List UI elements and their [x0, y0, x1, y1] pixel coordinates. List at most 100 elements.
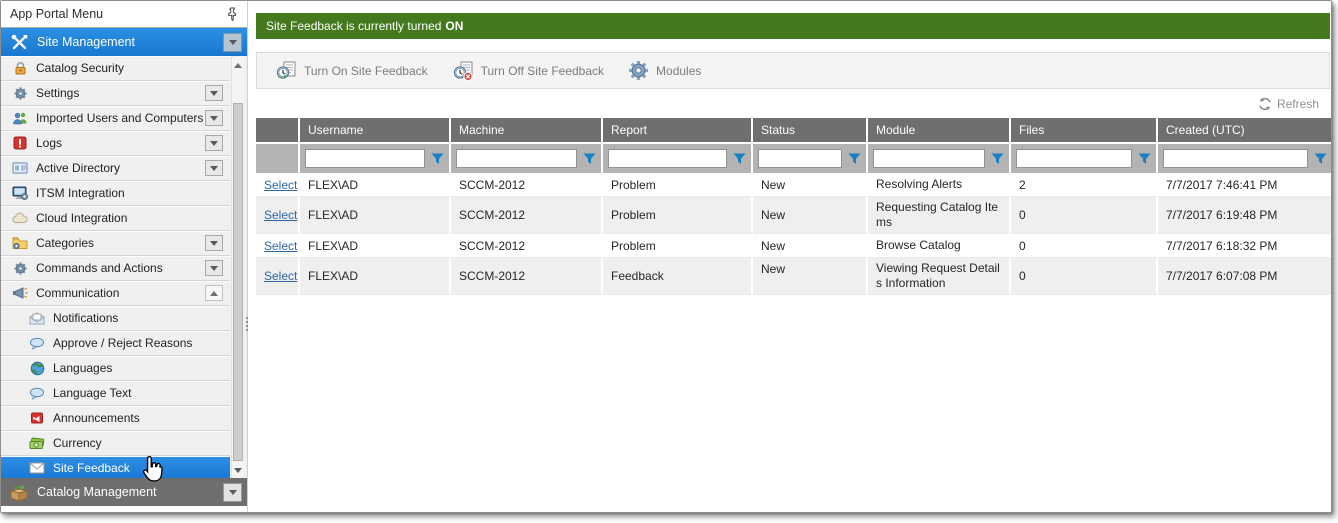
column-header-created[interactable]: Created (UTC)	[1158, 118, 1332, 142]
toolbar-button-modules[interactable]: Modules	[616, 53, 713, 88]
scroll-up-icon[interactable]	[232, 59, 244, 71]
collapse-button[interactable]	[205, 285, 223, 301]
funnel-icon[interactable]	[582, 153, 596, 165]
sidebar-item-label: Communication	[36, 286, 119, 300]
sidebar-item-site-feedback[interactable]: Site Feedback	[1, 456, 230, 479]
refresh-icon	[1258, 97, 1272, 111]
sidebar-item-approve-reject-reasons[interactable]: Approve / Reject Reasons	[1, 331, 230, 356]
select-link[interactable]: Select	[264, 269, 297, 283]
sidebar-item-label: Catalog Security	[36, 61, 124, 75]
column-header-select	[256, 118, 300, 142]
funnel-icon[interactable]	[990, 153, 1004, 165]
column-header-report[interactable]: Report	[603, 118, 753, 142]
funnel-icon[interactable]	[847, 153, 861, 165]
filter-input-status[interactable]	[758, 149, 842, 168]
filter-input-created[interactable]	[1163, 149, 1308, 168]
sidebar-item-cloud-integration[interactable]: Cloud Integration	[1, 206, 230, 231]
cell-status: New	[753, 173, 868, 197]
sidebar-item-catalog-security[interactable]: Catalog Security	[1, 56, 230, 81]
select-link[interactable]: Select	[264, 178, 297, 192]
filter-cell-machine	[451, 142, 603, 173]
table-row: SelectFLEX\ADSCCM-2012ProblemNewResolvin…	[256, 173, 1332, 197]
funnel-icon[interactable]	[1137, 153, 1151, 165]
scrollbar-thumb[interactable]	[233, 103, 243, 461]
column-header-username[interactable]: Username	[300, 118, 451, 142]
filter-input-module[interactable]	[873, 149, 985, 168]
cell-status: New	[753, 234, 868, 258]
gear-icon	[11, 261, 29, 276]
sidebar-item-label: ITSM Integration	[36, 186, 125, 200]
filter-input-machine[interactable]	[456, 149, 577, 168]
pin-icon[interactable]	[227, 7, 238, 21]
cell-select: Select	[256, 234, 300, 258]
feedback-grid: UsernameMachineReportStatusModuleFilesCr…	[256, 118, 1332, 295]
filter-cell-select	[256, 142, 300, 173]
cell-created: 7/7/2017 6:18:32 PM	[1158, 234, 1332, 258]
sidebar-item-label: Languages	[53, 361, 112, 375]
sidebar-item-announcements[interactable]: Announcements	[1, 406, 230, 431]
sidebar-item-label: Logs	[36, 136, 62, 150]
site-management-expander-button[interactable]	[223, 33, 242, 52]
expand-button[interactable]	[205, 110, 223, 126]
speech-bubble-icon	[28, 337, 46, 350]
column-header-files[interactable]: Files	[1011, 118, 1158, 142]
funnel-icon[interactable]	[430, 153, 444, 165]
expand-button[interactable]	[205, 160, 223, 176]
status-banner-state: ON	[445, 19, 463, 33]
table-header-row: UsernameMachineReportStatusModuleFilesCr…	[256, 118, 1332, 142]
sidebar-item-label: Settings	[36, 86, 79, 100]
column-header-status[interactable]: Status	[753, 118, 868, 142]
catalog-management-expander-button[interactable]	[223, 483, 242, 502]
status-banner: Site Feedback is currently turned ON	[256, 13, 1330, 39]
sidebar-section-catalog-management[interactable]: Catalog Management	[1, 478, 247, 506]
column-header-module[interactable]: Module	[868, 118, 1011, 142]
funnel-icon[interactable]	[1313, 153, 1327, 165]
cell-files: 2	[1011, 173, 1158, 197]
sidebar-item-currency[interactable]: Currency	[1, 431, 230, 456]
cell-report: Problem	[603, 173, 753, 197]
scroll-down-icon[interactable]	[232, 464, 244, 476]
modules-gear-icon	[628, 60, 649, 81]
sidebar-item-notifications[interactable]: Notifications	[1, 306, 230, 331]
toolbar-button-turn-on-site-feedback[interactable]: Turn On Site Feedback	[263, 53, 440, 88]
refresh-label: Refresh	[1277, 97, 1319, 111]
sidebar-section-site-management[interactable]: Site Management	[1, 28, 247, 56]
expand-button[interactable]	[205, 260, 223, 276]
refresh-button[interactable]: Refresh	[1258, 97, 1319, 111]
sidebar-item-language-text[interactable]: Language Text	[1, 381, 230, 406]
toolbar-button-turn-off-site-feedback[interactable]: Turn Off Site Feedback	[440, 53, 616, 88]
filter-input-username[interactable]	[305, 149, 425, 168]
funnel-icon[interactable]	[732, 153, 746, 165]
notification-envelope-icon	[28, 312, 46, 325]
sidebar-item-itsm-integration[interactable]: ITSM Integration	[1, 181, 230, 206]
select-link[interactable]: Select	[264, 208, 297, 222]
filter-input-files[interactable]	[1016, 149, 1132, 168]
column-header-machine[interactable]: Machine	[451, 118, 603, 142]
cell-status: New	[753, 197, 868, 234]
announcement-icon	[28, 411, 46, 425]
envelope-icon	[28, 462, 46, 474]
sidebar-title: App Portal Menu	[10, 7, 103, 21]
expand-button[interactable]	[205, 135, 223, 151]
sidebar-item-settings[interactable]: Settings	[1, 81, 230, 106]
expand-button[interactable]	[205, 85, 223, 101]
sidebar-item-categories[interactable]: Categories	[1, 231, 230, 256]
cell-files: 0	[1011, 258, 1158, 295]
filter-input-report[interactable]	[608, 149, 727, 168]
sidebar-item-active-directory[interactable]: Active Directory	[1, 156, 230, 181]
sidebar-item-languages[interactable]: Languages	[1, 356, 230, 381]
users-icon	[11, 111, 29, 126]
expand-button[interactable]	[205, 235, 223, 251]
sidebar-scrollbar[interactable]	[231, 57, 244, 478]
cell-username: FLEX\AD	[300, 197, 451, 234]
sidebar-item-commands-and-actions[interactable]: Commands and Actions	[1, 256, 230, 281]
cell-report: Problem	[603, 234, 753, 258]
sidebar-item-communication[interactable]: Communication	[1, 281, 230, 306]
cell-username: FLEX\AD	[300, 234, 451, 258]
tools-icon	[9, 33, 29, 52]
sidebar-item-logs[interactable]: Logs	[1, 131, 230, 156]
select-link[interactable]: Select	[264, 239, 297, 253]
sidebar-item-label: Language Text	[53, 386, 132, 400]
splitter-handle[interactable]	[244, 317, 249, 331]
sidebar-item-imported-users-and-computers[interactable]: Imported Users and Computers	[1, 106, 230, 131]
